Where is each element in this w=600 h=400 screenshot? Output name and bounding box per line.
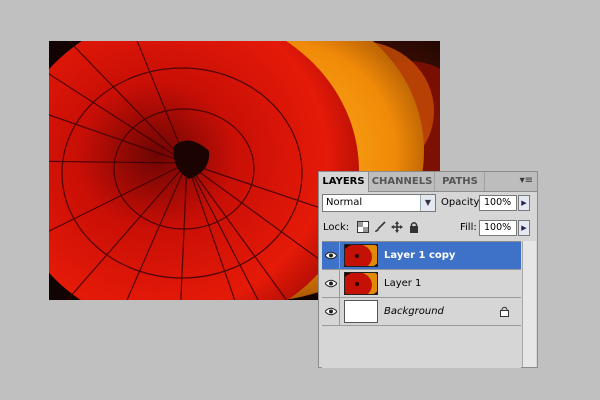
fill-slider-arrow-icon[interactable]: ▶ (518, 220, 530, 236)
layers-panel: LAYERS CHANNELS PATHS ▾≡ Normal ▼ Opacit… (318, 171, 538, 368)
blend-mode-value: Normal (326, 197, 363, 208)
opacity-slider-arrow-icon[interactable]: ▶ (518, 195, 530, 211)
tab-channels[interactable]: CHANNELS (370, 172, 435, 191)
layer-name[interactable]: Layer 1 (384, 270, 421, 297)
fill-input[interactable]: 100% (479, 220, 517, 236)
layer-row-background[interactable]: Background (322, 298, 521, 326)
lock-position-icon[interactable] (390, 221, 404, 235)
opacity-input[interactable]: 100% (479, 195, 517, 211)
visibility-eye-icon[interactable] (322, 270, 340, 297)
panel-tab-bar: LAYERS CHANNELS PATHS ▾≡ (319, 172, 537, 192)
visibility-eye-icon[interactable] (322, 242, 340, 269)
lock-image-icon[interactable] (373, 221, 387, 235)
layer-row-layer-1-copy[interactable]: Layer 1 copy (322, 242, 521, 270)
lock-label: Lock: (323, 222, 350, 233)
layer-name[interactable]: Background (384, 298, 444, 325)
layers-scrollbar[interactable] (522, 241, 536, 367)
panel-menu-icon[interactable]: ▾≡ (520, 175, 533, 186)
layer-name[interactable]: Layer 1 copy (384, 242, 455, 269)
fill-label: Fill: (460, 222, 477, 233)
layers-list: Layer 1 copy Layer 1 Background (322, 241, 521, 368)
blend-mode-select[interactable]: Normal ▼ (322, 194, 436, 212)
layer-thumbnail (344, 272, 378, 295)
lock-transparent-icon[interactable] (356, 221, 370, 235)
tab-paths[interactable]: PATHS (436, 172, 485, 191)
visibility-eye-icon[interactable] (322, 298, 340, 325)
tab-layers[interactable]: LAYERS (319, 172, 369, 192)
lock-all-icon[interactable] (407, 221, 421, 235)
layer-thumbnail (344, 300, 378, 323)
opacity-label: Opacity: (441, 197, 483, 208)
layer-row-layer-1[interactable]: Layer 1 (322, 270, 521, 298)
layer-thumbnail (344, 244, 378, 267)
chevron-down-icon: ▼ (420, 195, 435, 211)
lock-icon (500, 306, 509, 320)
